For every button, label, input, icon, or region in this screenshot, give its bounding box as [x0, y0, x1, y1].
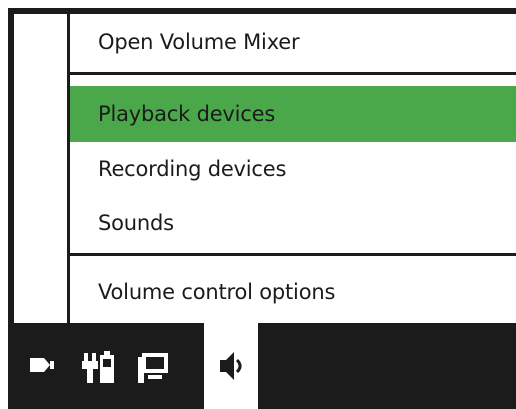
menu-separator	[70, 253, 516, 256]
taskbar	[8, 323, 516, 409]
battery-plug-icon[interactable]	[82, 351, 116, 385]
volume-tray-button[interactable]	[204, 323, 258, 409]
network-icon[interactable]	[136, 351, 172, 385]
menu-item-open-volume-mixer[interactable]: Open Volume Mixer	[70, 14, 516, 70]
menu-item-label: Playback devices	[98, 102, 276, 126]
menu-item-volume-control-options[interactable]: Volume control options	[70, 264, 516, 320]
menu-item-label: Open Volume Mixer	[98, 30, 300, 54]
menu-item-sounds[interactable]: Sounds	[70, 196, 516, 250]
menu-icon-gutter	[14, 14, 70, 323]
menu-item-label: Recording devices	[98, 157, 287, 181]
speaker-icon	[220, 352, 242, 380]
menu-item-recording-devices[interactable]: Recording devices	[70, 142, 516, 196]
menu-item-label: Sounds	[98, 211, 174, 235]
menu-item-playback-devices[interactable]: Playback devices	[70, 86, 516, 142]
volume-context-menu: Open Volume Mixer Playback devices Recor…	[14, 14, 516, 323]
menu-separator	[70, 72, 516, 75]
flag-icon[interactable]	[28, 356, 56, 374]
menu-item-label: Volume control options	[98, 280, 336, 304]
